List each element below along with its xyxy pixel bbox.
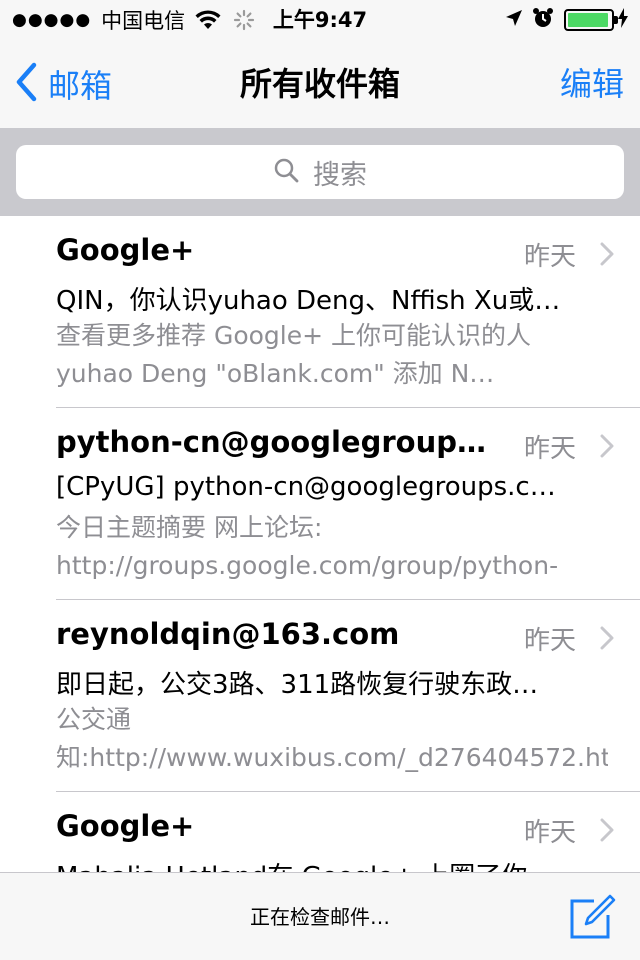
status-right — [504, 6, 628, 34]
mail-date: 昨天 — [523, 818, 576, 848]
mail-subject: QIN，你认识yuhao Deng、Nffish Xu或… — [56, 286, 561, 316]
mail-item[interactable]: python-cn@googlegroups… 昨天 [CPyUG] pytho… — [0, 408, 640, 600]
chevron-right-icon — [600, 818, 614, 846]
chevron-right-icon — [600, 242, 614, 270]
mail-item[interactable]: Google+ 昨天 QIN，你认识yuhao Deng、Nffish Xu或…… — [0, 216, 640, 408]
mail-sender: Google+ — [56, 809, 195, 843]
charging-bolt-icon — [618, 8, 628, 32]
compose-button[interactable] — [568, 893, 616, 941]
navigation-bar: 邮箱 所有收件箱 编辑 — [0, 40, 640, 128]
mail-item[interactable]: reynoldqin@163.com 昨天 即日起，公交3路、311路恢复行驶东… — [0, 600, 640, 792]
mail-preview: 公交通知:http://www.wuxibus.com/_d276404572.… — [56, 705, 608, 772]
status-bar: ●●●●● 中国电信 上午9:47 — [0, 0, 640, 40]
mail-preview: 今日主题摘要 网上论坛: http://groups.google.com/gr… — [56, 513, 559, 580]
alarm-clock-icon — [532, 7, 554, 33]
mail-date: 昨天 — [523, 242, 576, 272]
search-bar: 搜索 — [0, 128, 640, 216]
battery-cap — [614, 16, 618, 24]
search-placeholder: 搜索 — [313, 159, 367, 191]
mail-sender: reynoldqin@163.com — [56, 617, 400, 651]
mail-preview: 查看更多推荐 Google+ 上你可能认识的人 yuhao Deng "oBla… — [56, 321, 532, 388]
mail-date: 昨天 — [523, 434, 576, 464]
mail-sender: python-cn@googlegroups… — [56, 425, 496, 459]
sync-status: 正在检查邮件… — [250, 905, 390, 929]
search-icon — [273, 157, 299, 187]
battery-level — [568, 13, 608, 27]
mail-item[interactable]: Google+ 昨天 Mahalia Hetland在 Google+ 上圈了你 — [0, 792, 640, 872]
compose-icon — [568, 894, 616, 945]
chevron-right-icon — [600, 626, 614, 654]
edit-button[interactable]: 编辑 — [560, 40, 624, 128]
mail-date: 昨天 — [523, 626, 576, 656]
back-button-label: 邮箱 — [48, 67, 113, 105]
mail-list[interactable]: Google+ 昨天 QIN，你认识yuhao Deng、Nffish Xu或…… — [0, 216, 640, 872]
search-input[interactable]: 搜索 — [16, 145, 624, 199]
chevron-left-icon — [14, 62, 38, 106]
bottom-toolbar: 正在检查邮件… — [0, 872, 640, 960]
back-button[interactable]: 邮箱 — [14, 40, 112, 128]
mail-subject: [CPyUG] python-cn@googlegroups.c… — [56, 472, 556, 502]
location-arrow-icon — [504, 8, 524, 32]
mail-subject: Mahalia Hetland在 Google+ 上圈了你 — [56, 856, 608, 872]
mail-sender: Google+ — [56, 233, 195, 267]
chevron-right-icon — [600, 434, 614, 462]
mail-subject: 即日起，公交3路、311路恢复行驶东政… — [56, 670, 539, 700]
battery-icon — [564, 9, 618, 31]
